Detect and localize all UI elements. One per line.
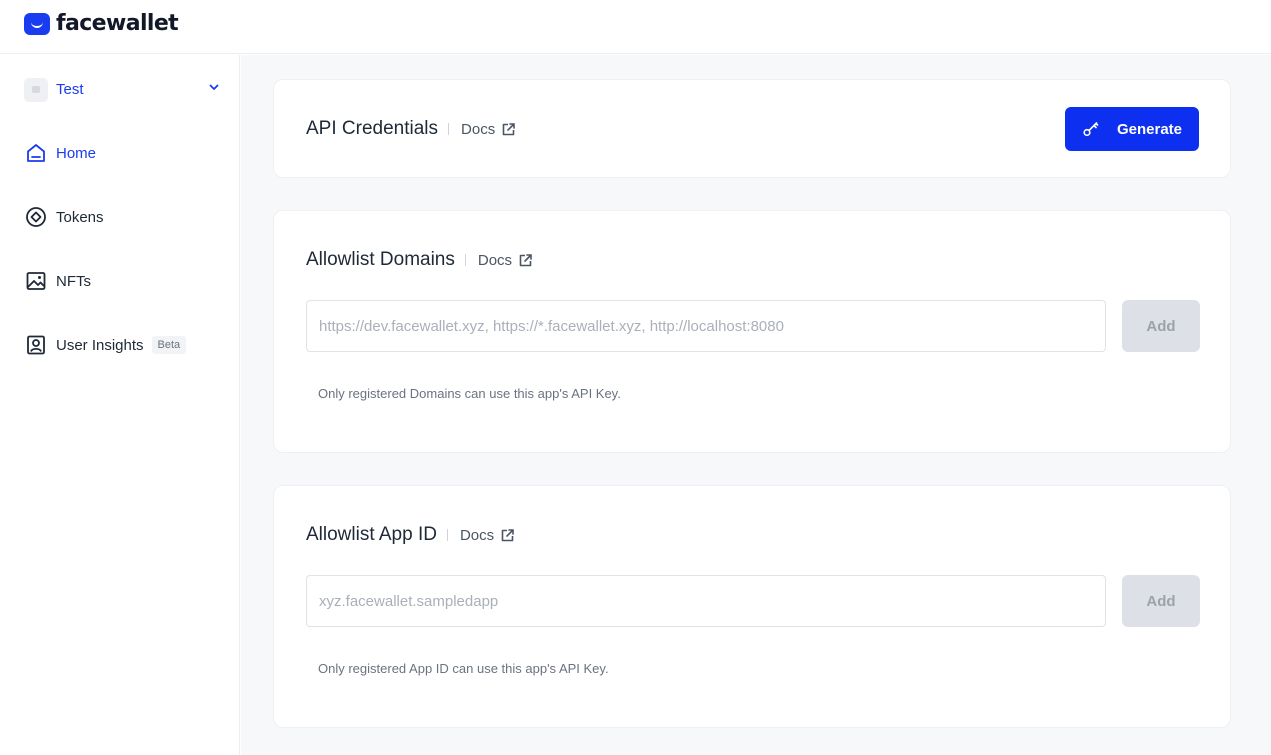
user-card-icon [24, 333, 48, 357]
facewallet-logo-icon [24, 12, 50, 35]
domains-hint: Only registered Domains can use this app… [318, 386, 621, 401]
docs-label: Docs [477, 251, 513, 269]
add-domain-button[interactable]: Add [1122, 300, 1200, 352]
sidebar-item-tokens[interactable]: Tokens [24, 204, 224, 230]
card-title: API Credentials [306, 118, 439, 139]
allowlist-app-id-card: Allowlist App ID Docs Add Only registere… [273, 485, 1231, 728]
sidebar-item-label: NFTs [56, 272, 91, 290]
card-header: Allowlist Domains Docs [306, 249, 533, 271]
docs-label: Docs [459, 526, 495, 544]
external-link-icon [501, 528, 514, 541]
app-id-input[interactable] [306, 575, 1106, 627]
card-title: Allowlist Domains [306, 249, 455, 270]
external-link-icon [502, 122, 516, 135]
external-link-icon [519, 253, 532, 266]
chevron-down-icon [209, 84, 219, 90]
token-icon [24, 205, 48, 229]
top-bar: facewallet [0, 0, 1271, 54]
docs-link[interactable]: Docs [460, 527, 515, 544]
add-app-id-button[interactable]: Add [1122, 575, 1200, 627]
card-header: API Credentials Docs [306, 118, 516, 140]
brand-name: facewallet [56, 11, 179, 36]
divider [446, 529, 448, 541]
sidebar: Test Home Tokens NFTs User Insights Beta [0, 55, 240, 755]
project-selector[interactable]: Test [24, 77, 224, 102]
project-avatar [24, 77, 48, 102]
card-title: Allowlist App ID [306, 524, 437, 545]
add-label: Add [1146, 592, 1176, 610]
sidebar-item-label: User Insights [56, 336, 144, 354]
key-icon [1083, 122, 1099, 137]
home-icon [24, 141, 48, 165]
add-label: Add [1146, 317, 1176, 335]
sidebar-item-label: Home [56, 144, 97, 162]
divider [464, 254, 466, 266]
project-name: Test [56, 81, 84, 98]
domains-input[interactable] [306, 300, 1106, 352]
sidebar-item-user-insights[interactable]: User Insights Beta [24, 332, 224, 358]
app-id-hint: Only registered App ID can use this app'… [318, 661, 609, 676]
generate-button[interactable]: Generate [1065, 107, 1199, 151]
docs-link[interactable]: Docs [461, 121, 516, 138]
generate-label: Generate [1116, 120, 1183, 138]
api-credentials-card: API Credentials Docs Generate [273, 79, 1231, 178]
docs-link[interactable]: Docs [478, 252, 533, 269]
main-content: API Credentials Docs Generate Allowlist … [241, 55, 1271, 755]
logo[interactable]: facewallet [24, 11, 179, 36]
allowlist-domains-card: Allowlist Domains Docs Add Only register… [273, 210, 1231, 453]
divider [448, 123, 450, 135]
card-header: Allowlist App ID Docs [306, 524, 515, 546]
docs-label: Docs [461, 120, 496, 138]
sidebar-item-nfts[interactable]: NFTs [24, 268, 224, 294]
sidebar-item-home[interactable]: Home [24, 140, 224, 166]
beta-badge: Beta [151, 336, 187, 354]
sidebar-item-label: Tokens [56, 208, 104, 226]
image-icon [24, 269, 48, 293]
